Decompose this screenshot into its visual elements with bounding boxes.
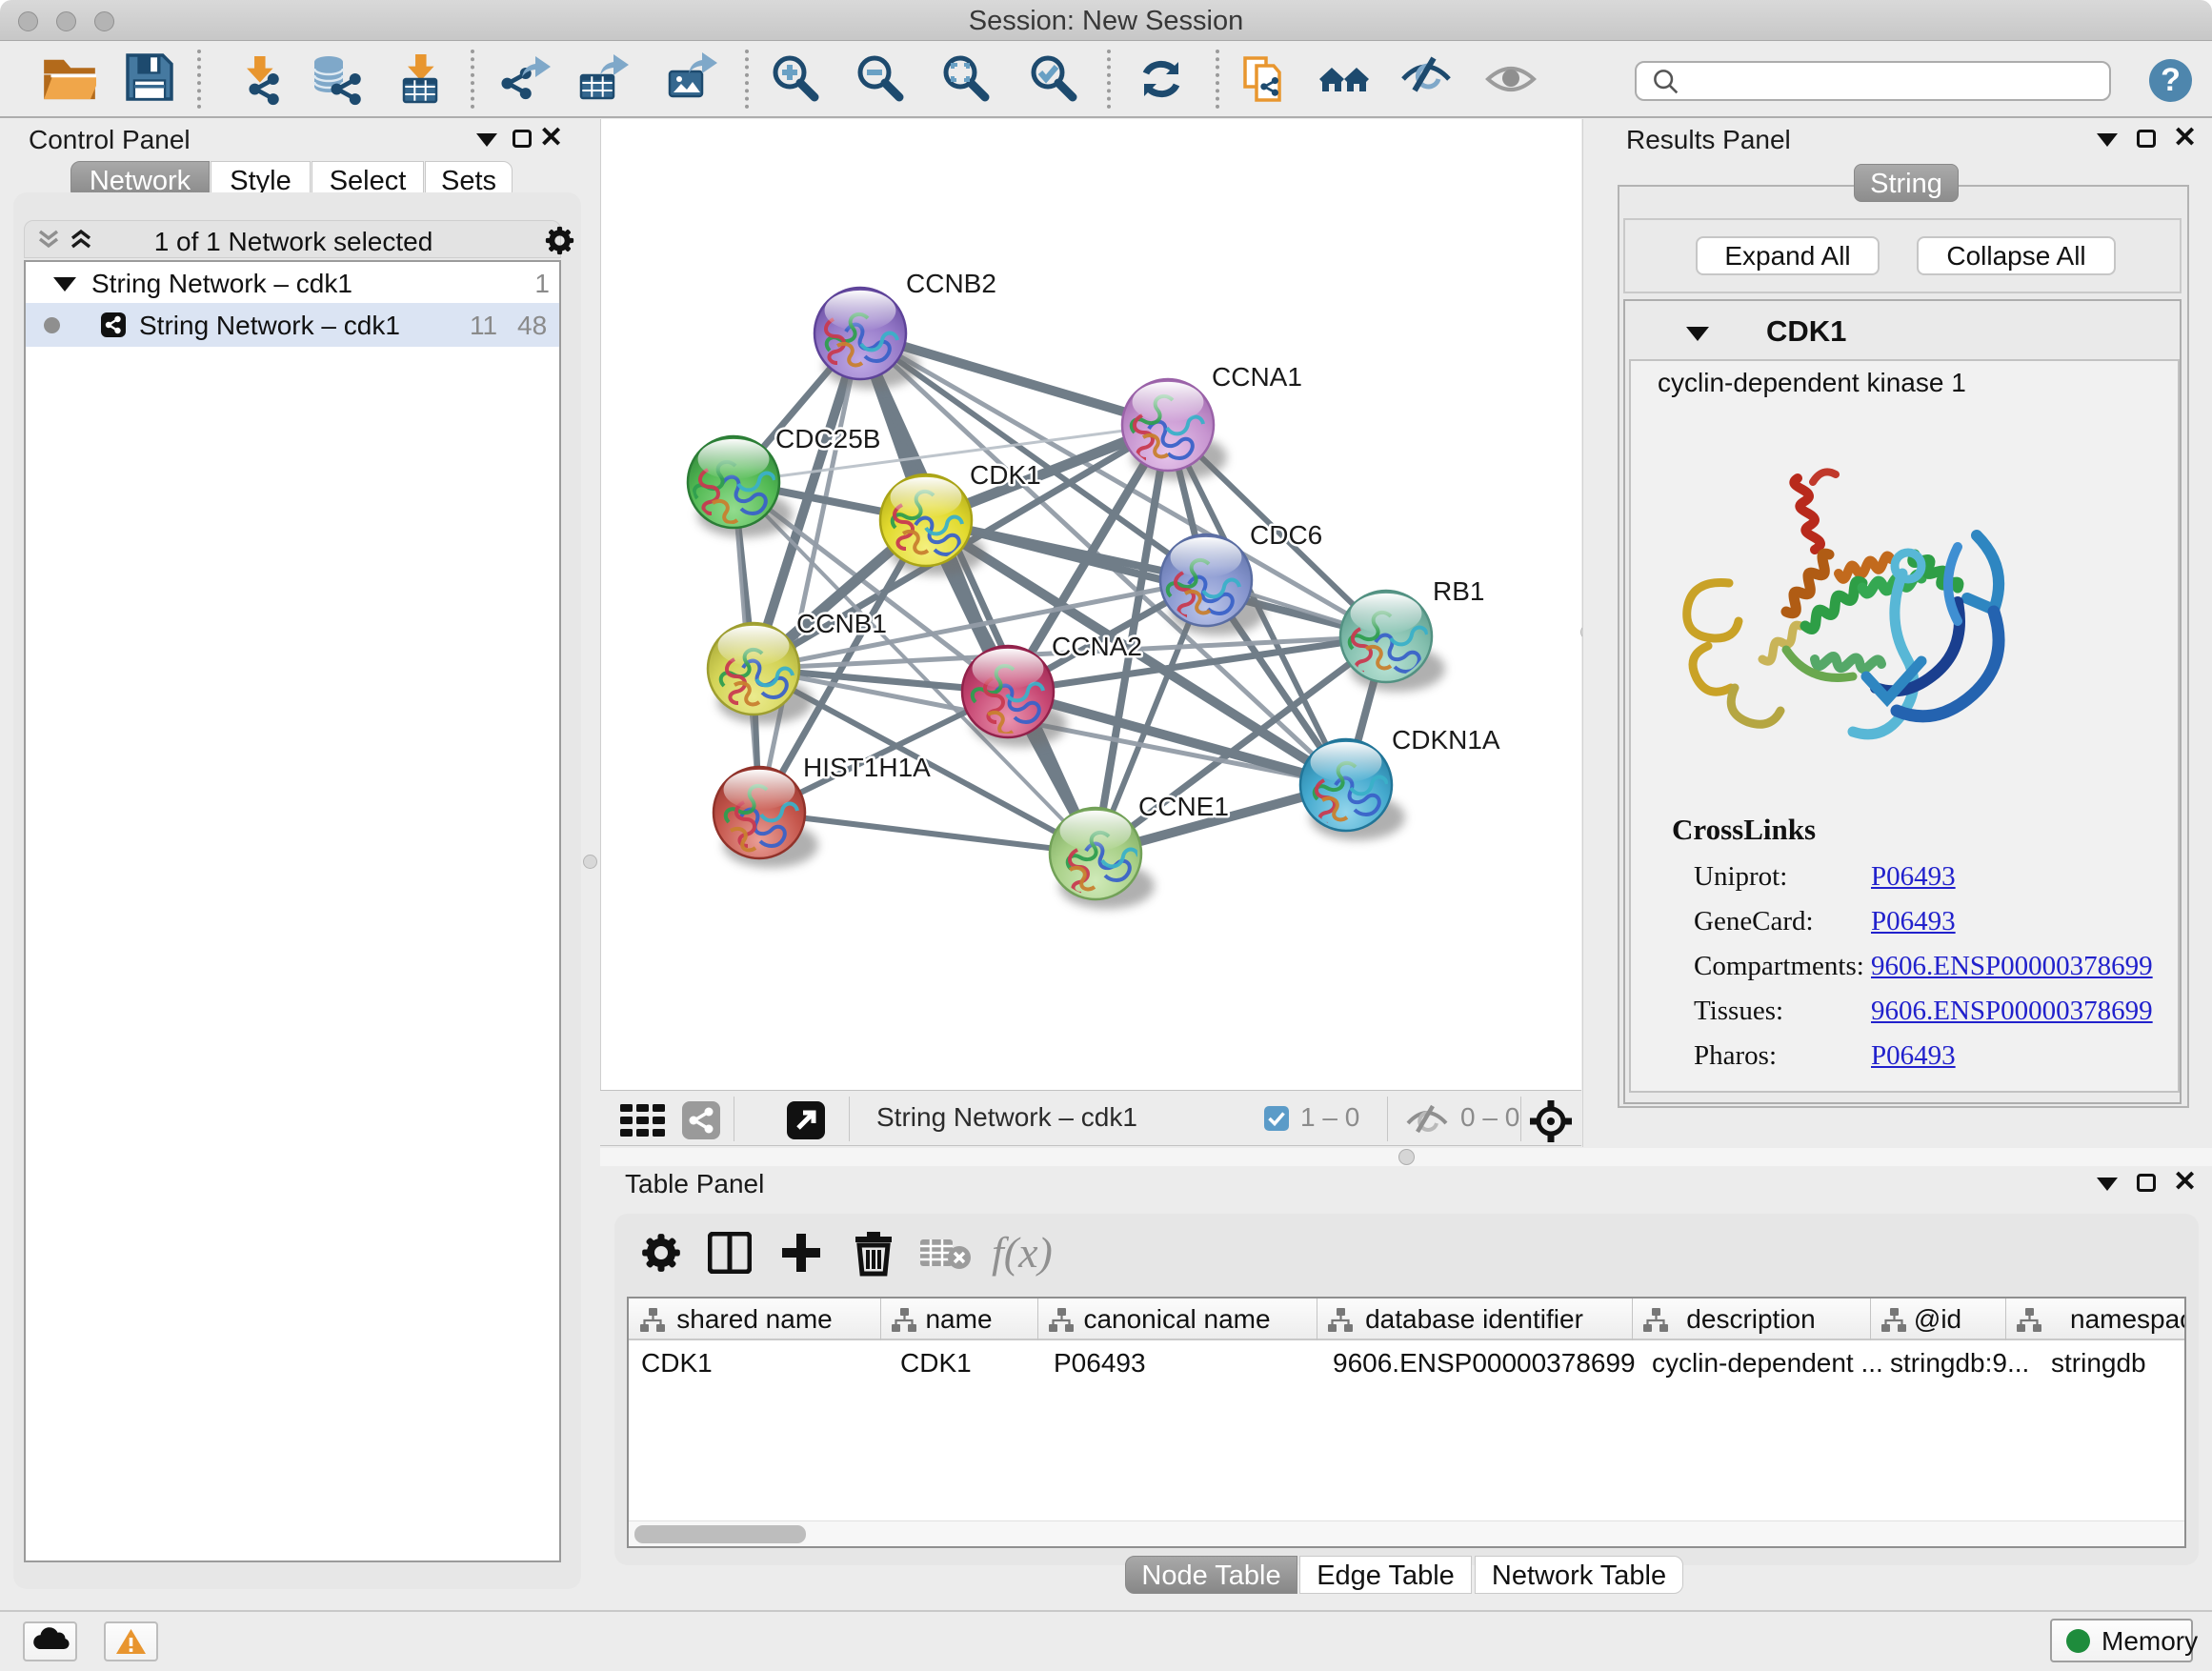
svg-text:RB1: RB1 xyxy=(1433,576,1484,606)
svg-text:CDC6: CDC6 xyxy=(1250,520,1322,550)
svg-text:CCNA1: CCNA1 xyxy=(1212,362,1302,392)
svg-text:CDKN1A: CDKN1A xyxy=(1392,725,1500,755)
svg-text:CCNE1: CCNE1 xyxy=(1138,792,1229,821)
svg-text:CDK1: CDK1 xyxy=(970,460,1041,490)
svg-text:CDC25B: CDC25B xyxy=(775,424,880,453)
svg-text:CCNA2: CCNA2 xyxy=(1052,632,1142,661)
svg-text:HIST1H1A: HIST1H1A xyxy=(803,753,931,782)
svg-text:CCNB1: CCNB1 xyxy=(796,609,887,638)
svg-text:CCNB2: CCNB2 xyxy=(906,269,996,298)
